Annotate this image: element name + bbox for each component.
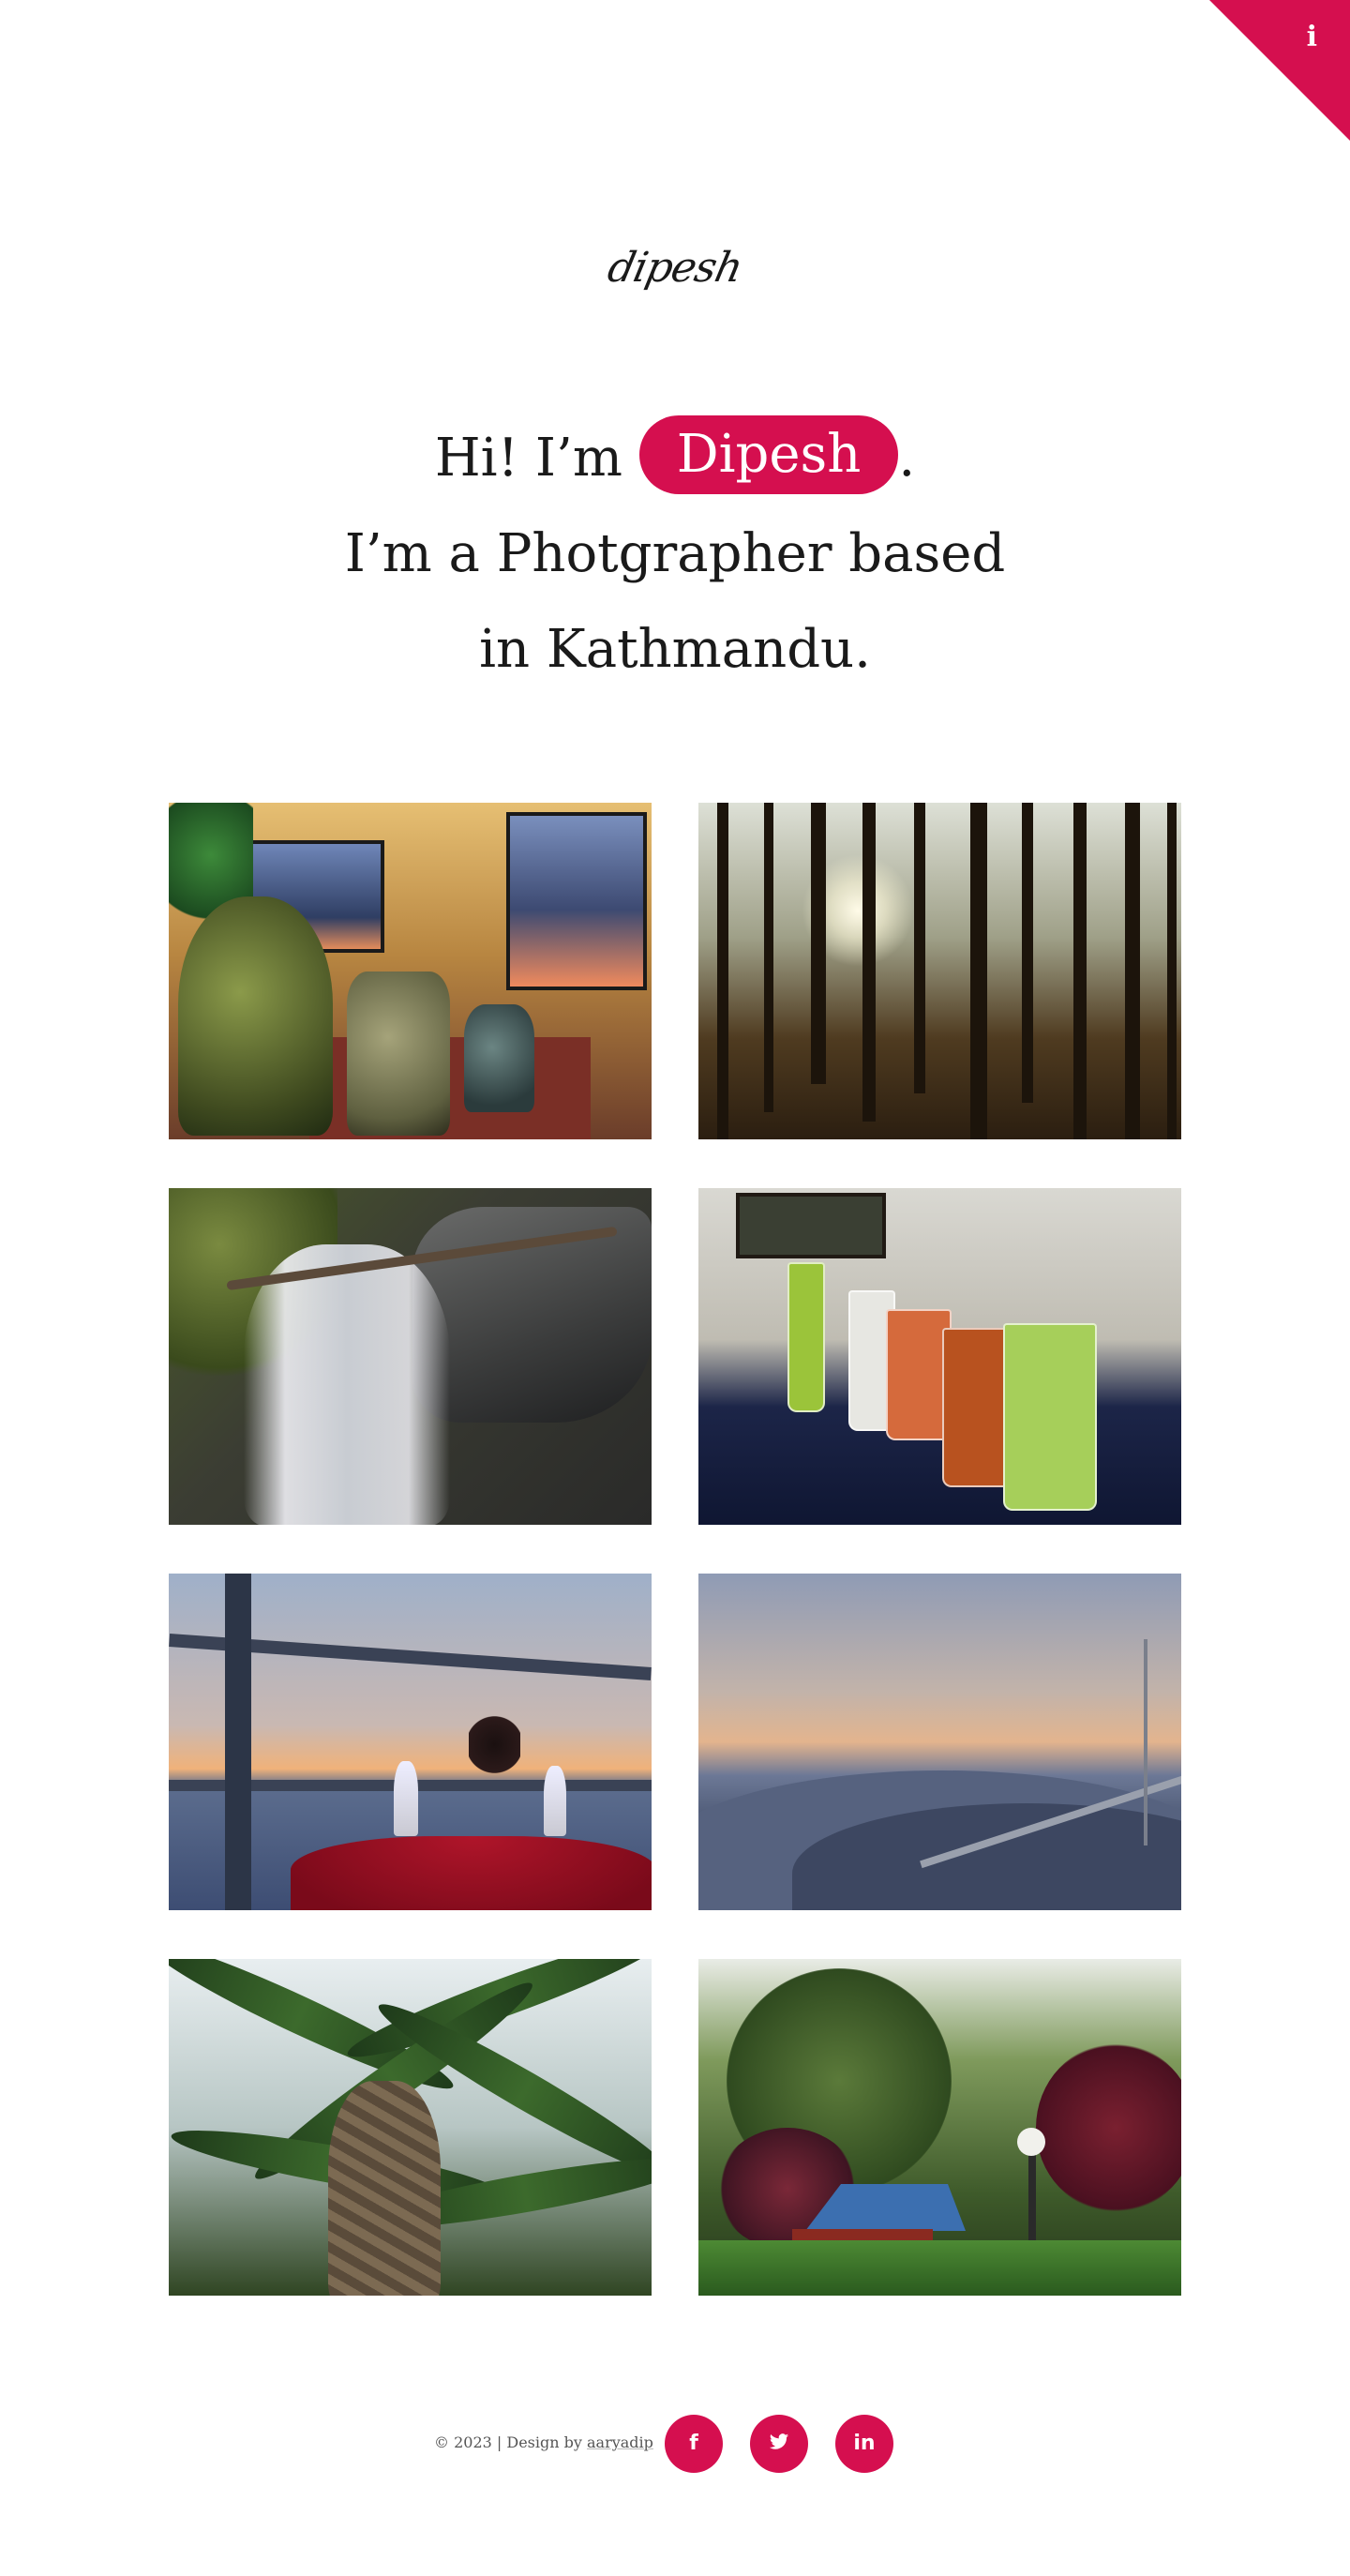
info-corner-button[interactable]: i [1209, 0, 1350, 141]
photo-table [291, 1836, 652, 1910]
corner-triangle [1209, 0, 1350, 141]
gallery-photo-cottage[interactable] [698, 1959, 1181, 2296]
photo-trunk [862, 803, 876, 1122]
info-icon: i [1306, 21, 1317, 53]
facebook-icon: f [689, 2432, 698, 2455]
photo-trunk [970, 803, 987, 1139]
intro-heading: Hi! I’m Dipesh. I’m a Photgrapher based … [0, 411, 1350, 698]
gallery-photo-balcony[interactable] [169, 1574, 652, 1910]
linkedin-icon: in [853, 2432, 876, 2455]
linkedin-button[interactable]: in [835, 2415, 893, 2473]
photo-glass [788, 1262, 825, 1412]
photo-maple [1036, 2043, 1181, 2212]
facebook-button[interactable]: f [665, 2415, 723, 2473]
photo-trunk [764, 803, 773, 1112]
designer-link[interactable]: aaryadip [587, 2433, 653, 2451]
photo-glass [394, 1761, 418, 1836]
gallery-photo-drinks[interactable] [698, 1188, 1181, 1525]
footer-credit: © 2023 | Design by aaryadip [434, 2433, 653, 2451]
photo-flagpole [1144, 1639, 1148, 1845]
gallery-photo-hills[interactable] [698, 1574, 1181, 1910]
photo-trunk [1167, 803, 1177, 1139]
photo-trunk [717, 803, 728, 1139]
photo-pot [464, 1004, 534, 1112]
photo-waterfall [244, 1244, 450, 1525]
photo-glass [1003, 1323, 1097, 1511]
photo-grass [698, 2240, 1181, 2296]
photo-pot [178, 896, 333, 1136]
gallery-photo-waterfall[interactable] [169, 1188, 652, 1525]
photo-rose [469, 1714, 520, 1775]
name-highlight: Dipesh [638, 415, 899, 494]
photo-glass [544, 1766, 566, 1836]
credit-text: © 2023 | Design by [434, 2433, 582, 2451]
twitter-button[interactable] [750, 2415, 808, 2473]
site-logo[interactable]: dipesh [0, 244, 1350, 292]
photo-frame [736, 1193, 886, 1258]
footer: © 2023 | Design by aaryadip f in [0, 2415, 1350, 2473]
gallery-photo-forest[interactable] [698, 803, 1181, 1139]
gallery-photo-cafe[interactable] [169, 803, 652, 1139]
photo-gallery [169, 803, 1181, 2296]
photo-post [225, 1574, 251, 1910]
intro-line-1: Hi! I’m Dipesh. [0, 411, 1350, 506]
intro-line-3: in Kathmandu. [479, 619, 871, 680]
photo-trunk [1073, 803, 1087, 1139]
intro-greeting: Hi! I’m [434, 428, 622, 489]
twitter-icon [769, 2433, 789, 2449]
photo-trunk [811, 803, 826, 1084]
photo-trunk [1022, 803, 1033, 1103]
photo-window [506, 812, 647, 990]
photo-pot [347, 972, 450, 1136]
photo-trunk [914, 803, 925, 1093]
photo-lamp [1017, 2128, 1045, 2156]
photo-trunk [328, 2081, 441, 2296]
photo-trunk [1125, 803, 1140, 1139]
intro-period: . [898, 428, 916, 489]
intro-line-2: I’m a Photgrapher based [344, 523, 1006, 584]
gallery-photo-palm[interactable] [169, 1959, 652, 2296]
